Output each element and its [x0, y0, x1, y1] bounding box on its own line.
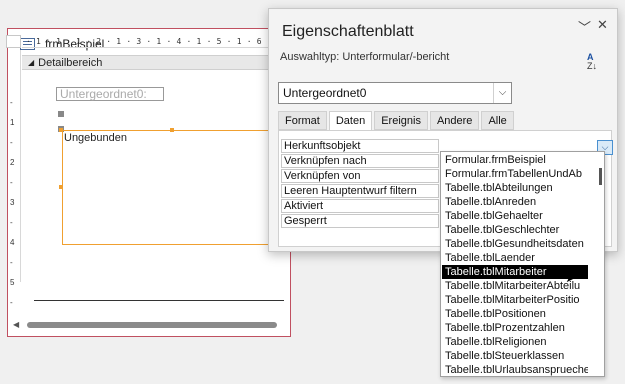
section-label: Detailbereich	[38, 56, 103, 69]
subform-control[interactable]: Ungebunden	[62, 130, 284, 245]
subform-unbound-text: Ungebunden	[64, 132, 128, 144]
ruler-tick: -	[10, 258, 13, 267]
ruler-tick: -	[10, 98, 13, 107]
move-handle[interactable]	[58, 111, 64, 117]
ruler-tick: 3	[10, 198, 15, 207]
property-sheet-title: Eigenschaftenblatt	[282, 23, 414, 40]
dropdown-item[interactable]: Tabelle.tblLaender	[442, 251, 588, 265]
tab-andere[interactable]: Andere	[429, 111, 480, 130]
ruler-tick: -	[10, 178, 13, 187]
tab-daten[interactable]: Daten	[328, 111, 373, 132]
scroll-left-icon[interactable]: ◀	[13, 320, 19, 329]
horizontal-scrollbar[interactable]: ◀	[13, 318, 284, 332]
section-collapse-icon: ◢	[28, 58, 35, 67]
dropdown-item[interactable]: Tabelle.tblGeschlechter	[442, 223, 588, 237]
chevron-down-icon[interactable]: ⌵	[493, 83, 511, 103]
ruler-tick: 2	[10, 158, 15, 167]
subform-label-control[interactable]: Untergeordnet0:	[56, 87, 164, 101]
dropdown-item[interactable]: Tabelle.tblAnreden	[442, 195, 588, 209]
sort-a-z-icon[interactable]: A Z↓	[587, 53, 597, 71]
dropdown-item[interactable]: Tabelle.tblReligionen	[442, 335, 588, 349]
dropdown-scrollbar-thumb[interactable]	[599, 168, 602, 185]
property-row-verknuepfen-nach[interactable]: Verknüpfen nach	[281, 154, 439, 168]
dropdown-item[interactable]: Tabelle.tblUrlaubsansprueche	[442, 363, 588, 376]
ruler-tick: 5	[10, 278, 15, 287]
source-object-dropdown[interactable]: Formular.frmBeispiel Formular.frmTabellen…	[440, 151, 605, 377]
ruler-tick: 1	[10, 118, 15, 127]
form-bottom-edge	[34, 300, 284, 301]
tab-ereignis[interactable]: Ereignis	[374, 111, 428, 130]
form-selector[interactable]	[6, 35, 21, 48]
dropdown-item[interactable]: Tabelle.tblGehaelter	[442, 209, 588, 223]
vertical-ruler: - 1 - 2 - 3 - 4 - 5 -	[6, 50, 21, 307]
ruler-tick: -	[10, 298, 13, 307]
resize-handle[interactable]	[59, 185, 63, 189]
ruler-tick: -	[10, 138, 13, 147]
selection-type: Auswahltyp: Unterformular/-bericht	[280, 51, 450, 63]
property-tabs: Format Daten Ereignis Andere Alle	[278, 111, 516, 132]
dropdown-item[interactable]: Tabelle.tblAbteilungen	[442, 181, 588, 195]
tab-format[interactable]: Format	[278, 111, 327, 130]
mouse-cursor-icon: ➤	[565, 269, 578, 286]
ruler-tick: 4	[10, 238, 15, 247]
dropdown-item[interactable]: Tabelle.tblGesundheitsdaten	[442, 237, 588, 251]
scrollbar-thumb[interactable]	[27, 322, 277, 328]
resize-handle[interactable]	[59, 128, 63, 132]
dropdown-item[interactable]: Formular.frmBeispiel	[442, 153, 588, 167]
property-row-aktiviert[interactable]: Aktiviert	[281, 199, 439, 213]
object-selector-combo[interactable]: Untergeordnet0 ⌵	[278, 82, 512, 104]
section-header-detail[interactable]: ◢ Detailbereich	[22, 55, 284, 70]
object-selector-value: Untergeordnet0	[283, 86, 367, 100]
close-icon[interactable]: ✕	[597, 17, 608, 33]
dropdown-item[interactable]: Formular.frmTabellenUndAb	[442, 167, 588, 181]
dropdown-item[interactable]: Tabelle.tblProzentzahlen	[442, 321, 588, 335]
dropdown-item[interactable]: Tabelle.tblPositionen	[442, 307, 588, 321]
horizontal-ruler: · 1 · 1 · 1 · 2 · 1 · 3 · 1 · 4 · 1 · 5 …	[22, 35, 284, 48]
resize-handle[interactable]	[170, 128, 174, 132]
property-row-herkunftsobjekt[interactable]: Herkunftsobjekt	[281, 139, 439, 153]
chevron-down-icon[interactable]: ﹀	[578, 17, 591, 36]
property-row-verknuepfen-von[interactable]: Verknüpfen von	[281, 169, 439, 183]
dropdown-item[interactable]: Tabelle.tblMitarbeiterPositio	[442, 293, 588, 307]
ruler-tick: -	[10, 218, 13, 227]
tab-alle[interactable]: Alle	[481, 111, 514, 130]
property-row-gesperrt[interactable]: Gesperrt	[281, 214, 439, 228]
dropdown-item[interactable]: Tabelle.tblSteuerklassen	[442, 349, 588, 363]
property-row-leeren-hauptentwurf[interactable]: Leeren Hauptentwurf filtern	[281, 184, 439, 198]
